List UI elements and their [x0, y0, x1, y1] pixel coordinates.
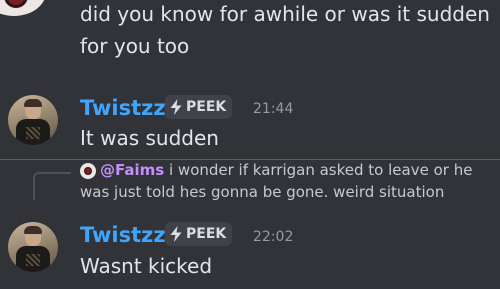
avatar-hair	[24, 99, 42, 107]
message-content: It was sudden	[80, 126, 219, 150]
lightning-bolt-icon	[170, 226, 182, 242]
eye-icon	[84, 167, 92, 175]
previous-message-line-2: for you too	[80, 34, 190, 58]
avatar-shirt-print	[26, 254, 40, 266]
username[interactable]: Twistzz	[80, 221, 166, 249]
server-tag-badge[interactable]: PEEK	[165, 95, 233, 119]
reply-preview[interactable]: @Faims i wonder if karrigan asked to lea…	[100, 160, 472, 181]
reply-mention[interactable]: @Faims	[100, 161, 164, 179]
avatar-shirt-print	[26, 127, 40, 139]
server-tag-label: PEEK	[186, 226, 227, 242]
message-content: Wasnt kicked	[80, 254, 213, 278]
lightning-bolt-icon	[170, 99, 182, 115]
avatar[interactable]	[8, 222, 58, 272]
previous-message-line-1: did you know for awhile or was it sudden	[80, 2, 490, 26]
username[interactable]: Twistzz	[80, 94, 166, 122]
server-tag-badge[interactable]: PEEK	[165, 222, 233, 246]
avatar[interactable]	[8, 95, 58, 145]
reply-spine	[33, 172, 71, 200]
server-tag-label: PEEK	[186, 99, 227, 115]
avatar-hair	[24, 226, 42, 234]
previous-author-avatar[interactable]	[0, 0, 46, 16]
reply-text-line-1: i wonder if karrigan asked to leave or h…	[168, 161, 473, 179]
reply-text-line-2: was just told hes gonna be gone. weird s…	[80, 183, 445, 201]
reply-avatar[interactable]	[80, 163, 96, 179]
timestamp[interactable]: 22:02	[253, 227, 293, 247]
eye-icon	[4, 0, 28, 8]
timestamp[interactable]: 21:44	[253, 99, 293, 119]
